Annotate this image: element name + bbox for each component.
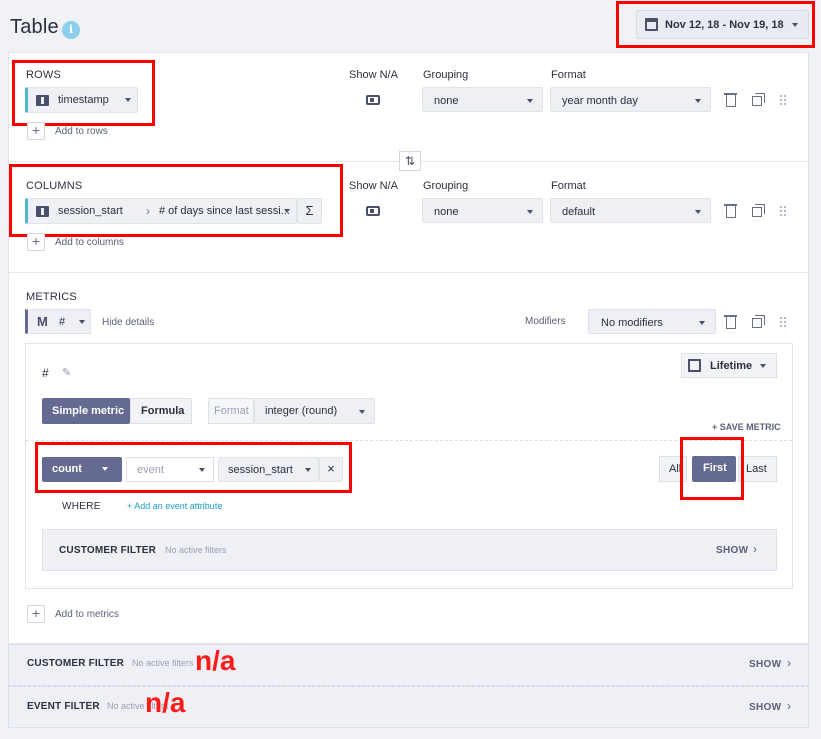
customer-filter-bar[interactable]: CUSTOMER FILTER No active filters SHOW › bbox=[8, 644, 809, 686]
drag-handle-icon[interactable] bbox=[779, 94, 787, 106]
highlight-box-columns bbox=[9, 164, 343, 237]
time-window-select[interactable]: Lifetime bbox=[681, 353, 777, 378]
highlight-box-rows bbox=[12, 60, 155, 126]
format-label: Format bbox=[214, 405, 249, 417]
duplicate-row-icon[interactable] bbox=[752, 93, 765, 106]
rows-format-select[interactable]: year month day bbox=[550, 87, 711, 112]
tab-formula[interactable]: Formula bbox=[130, 398, 192, 424]
drag-handle-icon[interactable] bbox=[779, 205, 787, 217]
format-label-box: Format bbox=[208, 398, 254, 424]
add-to-rows-button[interactable]: + bbox=[27, 122, 45, 140]
metric-type-icon: M bbox=[37, 314, 48, 329]
occurrence-last-label: Last bbox=[746, 463, 767, 475]
rows-grouping-select[interactable]: none bbox=[422, 87, 543, 112]
metric-customer-filter-label: CUSTOMER FILTER bbox=[59, 545, 157, 556]
chevron-down-icon bbox=[527, 210, 533, 214]
columns-grouping-label: Grouping bbox=[423, 180, 469, 192]
add-to-metrics-label[interactable]: Add to metrics bbox=[55, 609, 119, 620]
delete-row-icon[interactable] bbox=[724, 93, 737, 107]
add-to-rows-label[interactable]: Add to rows bbox=[55, 126, 108, 137]
chevron-down-icon bbox=[699, 321, 705, 325]
add-to-metrics-button[interactable]: + bbox=[27, 605, 45, 623]
add-event-attribute-link[interactable]: + Add an event attribute bbox=[127, 501, 222, 511]
event-filter-bar[interactable]: EVENT FILTER No active filters SHOW › bbox=[8, 686, 809, 728]
metric-customer-filter-status: No active filters bbox=[165, 545, 227, 555]
edit-pencil-icon[interactable]: ✎ bbox=[62, 366, 71, 379]
chevron-down-icon bbox=[792, 23, 798, 27]
chevron-down-icon bbox=[695, 99, 701, 103]
add-to-columns-button[interactable]: + bbox=[27, 233, 45, 251]
metric-name: # bbox=[59, 316, 66, 328]
customer-filter-show[interactable]: SHOW bbox=[749, 659, 781, 670]
hide-details-link[interactable]: Hide details bbox=[102, 317, 154, 328]
chevron-down-icon bbox=[760, 364, 766, 368]
calendar-icon bbox=[645, 18, 658, 31]
highlight-box-first bbox=[680, 437, 744, 500]
event-filter-label: EVENT FILTER bbox=[27, 701, 100, 712]
rows-show-na-label: Show N/A bbox=[349, 69, 398, 81]
highlight-box-count bbox=[35, 442, 352, 493]
chevron-down-icon bbox=[695, 210, 701, 214]
columns-format-value: default bbox=[562, 206, 596, 218]
metric-format-value: integer (round) bbox=[265, 405, 338, 417]
delete-column-icon[interactable] bbox=[724, 204, 737, 218]
chevron-right-icon: › bbox=[787, 699, 791, 713]
info-icon[interactable]: i bbox=[62, 21, 80, 39]
delete-metric-icon[interactable] bbox=[724, 315, 737, 329]
chevron-right-icon: › bbox=[787, 656, 791, 670]
metrics-section-label: METRICS bbox=[26, 291, 77, 303]
show-na-toggle-icon[interactable] bbox=[366, 95, 380, 105]
customer-filter-status: No active filters bbox=[132, 658, 194, 668]
chevron-right-icon: › bbox=[753, 542, 757, 556]
save-metric-link[interactable]: + SAVE METRIC bbox=[712, 422, 781, 432]
show-na-toggle-icon[interactable] bbox=[366, 206, 380, 216]
calendar-icon bbox=[688, 359, 701, 372]
date-range-picker[interactable]: Nov 12, 18 - Nov 19, 18 bbox=[636, 10, 809, 39]
modifiers-value: No modifiers bbox=[601, 317, 663, 329]
columns-format-select[interactable]: default bbox=[550, 198, 711, 223]
customer-filter-annotation: n/a bbox=[195, 645, 236, 676]
add-to-columns-label[interactable]: Add to columns bbox=[55, 237, 124, 248]
metric-format-select[interactable]: integer (round) bbox=[254, 398, 375, 424]
rows-format-value: year month day bbox=[562, 95, 638, 107]
event-filter-show[interactable]: SHOW bbox=[749, 702, 781, 713]
event-filter-annotation: n/a bbox=[145, 687, 186, 718]
rows-grouping-value: none bbox=[434, 95, 459, 107]
divider bbox=[9, 272, 808, 273]
columns-format-label: Format bbox=[551, 180, 586, 192]
time-window-value: Lifetime bbox=[710, 360, 753, 372]
rows-format-label: Format bbox=[551, 69, 586, 81]
columns-show-na-label: Show N/A bbox=[349, 180, 398, 192]
customer-filter-label: CUSTOMER FILTER bbox=[27, 658, 125, 669]
tab-simple-metric[interactable]: Simple metric bbox=[42, 398, 130, 424]
swap-axes-button[interactable]: ⇅ bbox=[399, 151, 421, 171]
tab-simple-metric-label: Simple metric bbox=[52, 405, 125, 417]
date-range-label: Nov 12, 18 - Nov 19, 18 bbox=[665, 19, 784, 31]
columns-grouping-select[interactable]: none bbox=[422, 198, 543, 223]
chevron-down-icon bbox=[359, 410, 365, 414]
tab-formula-label: Formula bbox=[141, 405, 185, 417]
rows-grouping-label: Grouping bbox=[423, 69, 469, 81]
page-title: Table bbox=[10, 16, 59, 38]
metric-detail-name: # bbox=[42, 366, 49, 380]
modifiers-label: Modifiers bbox=[525, 316, 566, 327]
chevron-down-icon bbox=[527, 99, 533, 103]
dashed-divider bbox=[26, 440, 792, 441]
modifiers-select[interactable]: No modifiers bbox=[588, 309, 716, 334]
chevron-down-icon bbox=[79, 320, 85, 324]
drag-handle-icon[interactable] bbox=[779, 316, 787, 328]
where-label: WHERE bbox=[62, 501, 101, 512]
metric-customer-filter-show[interactable]: SHOW bbox=[716, 545, 748, 556]
duplicate-column-icon[interactable] bbox=[752, 204, 765, 217]
metric-select[interactable]: M # bbox=[25, 309, 91, 334]
metric-customer-filter-bar[interactable]: CUSTOMER FILTER No active filters SHOW › bbox=[42, 529, 777, 571]
columns-grouping-value: none bbox=[434, 206, 459, 218]
duplicate-metric-icon[interactable] bbox=[752, 315, 765, 328]
